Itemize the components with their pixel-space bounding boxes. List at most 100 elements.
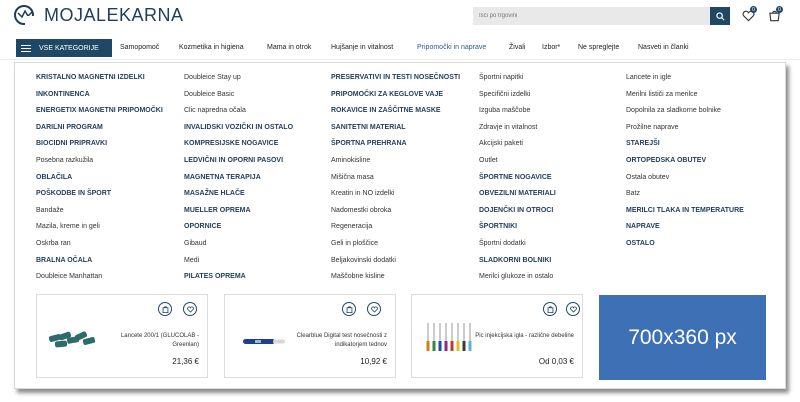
- menu-link[interactable]: LEDVIČNI IN OPORNI PASOVI: [184, 157, 283, 164]
- product-image-lancets: [48, 331, 96, 348]
- menu-link[interactable]: INKONTINENCA: [36, 91, 90, 98]
- search-button[interactable]: [710, 7, 730, 25]
- menu-link[interactable]: Mazila, kreme in geli: [36, 223, 100, 230]
- nav-item-ne-spreglejte[interactable]: Ne spreglejte: [578, 44, 619, 51]
- menu-link[interactable]: Posebna razkužila: [36, 157, 93, 164]
- nav-item-hujsanje[interactable]: Hujšanje in vitalnost: [331, 44, 393, 51]
- menu-link[interactable]: PRESERVATIVI IN TESTI NOSEČNOSTI: [331, 74, 460, 81]
- menu-link[interactable]: PRIPOMOČKI ZA KEGLOVE VAJE: [331, 91, 443, 98]
- menu-link[interactable]: OPORNICE: [184, 223, 221, 230]
- wishlist-button[interactable]: 0: [740, 6, 757, 24]
- menu-link[interactable]: Bandaže: [36, 207, 64, 214]
- menu-link[interactable]: Dopolnila za sladkorne bolnike: [626, 107, 721, 114]
- nav-item-izbor[interactable]: Izbor*: [542, 44, 560, 51]
- menu-link[interactable]: Mišična masa: [331, 174, 374, 181]
- menu-link[interactable]: Merilci glukoze in ostalo: [479, 273, 553, 280]
- menu-link[interactable]: NAPRAVE: [626, 223, 660, 230]
- menu-link[interactable]: DOJENČKI IN OTROCI: [479, 207, 553, 214]
- menu-link[interactable]: KRISTALNO MAGNETNI IZDELKI: [36, 74, 145, 81]
- nav-item-nasveti[interactable]: Nasveti in članki: [638, 44, 689, 51]
- menu-link[interactable]: POŠKODBE IN ŠPORT: [36, 190, 111, 197]
- menu-link[interactable]: SLADKORNI BOLNIKI: [479, 257, 551, 264]
- menu-link[interactable]: Gibaud: [184, 240, 207, 247]
- menu-link[interactable]: MAGNETNA TERAPIJA: [184, 174, 261, 181]
- nav-item-zivali[interactable]: Živali: [509, 44, 525, 51]
- menu-link[interactable]: Ostala obutev: [626, 174, 669, 181]
- add-to-cart-button[interactable]: [543, 302, 557, 316]
- add-to-wishlist-button[interactable]: [183, 302, 197, 316]
- menu-link[interactable]: Akcijski paketi: [479, 140, 523, 147]
- menu-link[interactable]: ŠPORTNE NOGAVICE: [479, 174, 552, 181]
- nav-item-samopomoc[interactable]: Samopomoč: [120, 44, 159, 51]
- menu-link[interactable]: Geli in ploščice: [331, 240, 378, 247]
- menu-link[interactable]: Clic napredna očala: [184, 107, 246, 114]
- cart-icon: [346, 305, 352, 313]
- nav-item-pripomocki[interactable]: Pripomočki in naprave: [417, 44, 486, 51]
- menu-link[interactable]: Beljakovinski dodatki: [331, 257, 396, 264]
- product-name[interactable]: Pic injekcijska igla - različne debeline: [474, 332, 574, 341]
- product-image-injection-needles: [426, 323, 472, 351]
- menu-link[interactable]: Specifični izdelki: [479, 91, 530, 98]
- menu-link[interactable]: ORTOPEDSKA OBUTEV: [626, 157, 706, 164]
- product-card[interactable]: Lancete 200/1 (GLUCOLAB - Greenlan) 21,3…: [36, 294, 208, 378]
- menu-link[interactable]: MUELLER OPREMA: [184, 207, 251, 214]
- logo-icon: [12, 4, 38, 26]
- menu-link[interactable]: Aminokisline: [331, 157, 370, 164]
- menu-link[interactable]: OBLAČILA: [36, 174, 72, 181]
- logo[interactable]: MOJALEKARNA: [12, 4, 184, 26]
- search-input[interactable]: [473, 7, 710, 25]
- menu-link[interactable]: Doubleice Basic: [184, 91, 234, 98]
- product-card[interactable]: Pic injekcijska igla - različne debeline…: [411, 294, 583, 378]
- product-card[interactable]: Clearblue Digital test nosečnosti z indi…: [224, 294, 396, 378]
- add-to-wishlist-button[interactable]: [367, 302, 381, 316]
- menu-link[interactable]: Lancete in igle: [626, 74, 671, 81]
- menu-link[interactable]: MERILCI TLAKA IN TEMPERATURE: [626, 207, 744, 214]
- menu-link[interactable]: INVALIDSKI VOZIČKI IN OSTALO: [184, 124, 293, 131]
- menu-link[interactable]: DARILNI PROGRAM: [36, 124, 103, 131]
- menu-link[interactable]: Outlet: [479, 157, 498, 164]
- nav-item-mama-in-otrok[interactable]: Mama in otrok: [267, 44, 311, 51]
- nav-item-kozmetika[interactable]: Kozmetika in higiena: [179, 44, 244, 51]
- menu-link[interactable]: Doubleice Manhattan: [36, 273, 102, 280]
- menu-link[interactable]: Športni dodatki: [479, 240, 526, 247]
- menu-link[interactable]: BIOCIDNI PRIPRAVKI: [36, 140, 107, 147]
- menu-link[interactable]: Regeneracija: [331, 223, 372, 230]
- add-to-wishlist-button[interactable]: [566, 302, 580, 316]
- menu-link[interactable]: Merilni lističi za merilce: [626, 91, 698, 98]
- heart-icon: [370, 306, 378, 313]
- product-price: Od 0,03 €: [538, 357, 574, 366]
- menu-link[interactable]: PILATES OPREMA: [184, 273, 246, 280]
- all-categories-button[interactable]: VSE KATEGORIJE: [16, 39, 112, 57]
- all-categories-label: VSE KATEGORIJE: [39, 44, 99, 52]
- product-name[interactable]: Lancete 200/1 (GLUCOLAB - Greenlan): [99, 332, 199, 350]
- menu-link[interactable]: OBVEZILNI MATERIALI: [479, 190, 556, 197]
- menu-link[interactable]: ŠPORTNIKI: [479, 223, 517, 230]
- menu-link[interactable]: Batz: [626, 190, 640, 197]
- cart-count-badge: 0: [776, 6, 783, 13]
- menu-link[interactable]: Športni napitki: [479, 74, 523, 81]
- cart-icon: [547, 305, 553, 313]
- menu-link[interactable]: Zdravje in vitalnost: [479, 124, 537, 131]
- menu-link[interactable]: Kreatin in NO izdelki: [331, 190, 394, 197]
- menu-link[interactable]: ENERGETIX MAGNETNI PRIPOMOČKI: [36, 107, 163, 114]
- menu-link[interactable]: Nadomestki obroka: [331, 207, 391, 214]
- menu-link[interactable]: Maščobne kisline: [331, 273, 385, 280]
- menu-link[interactable]: SANITETNI MATERIAL: [331, 124, 406, 131]
- promo-banner[interactable]: 700x360 px: [599, 295, 766, 380]
- menu-link[interactable]: MASAŽNE HLAČE: [184, 190, 245, 197]
- menu-link[interactable]: BRALNA OČALA: [36, 257, 92, 264]
- menu-link[interactable]: Medi: [184, 257, 199, 264]
- add-to-cart-button[interactable]: [158, 302, 172, 316]
- menu-link[interactable]: ŠPORTNA PREHRANA: [331, 140, 407, 147]
- menu-link[interactable]: OSTALO: [626, 240, 655, 247]
- menu-link[interactable]: Oskrba ran: [36, 240, 71, 247]
- menu-link[interactable]: STAREJŠI: [626, 140, 660, 147]
- product-name[interactable]: Clearblue Digital test nosečnosti z indi…: [287, 332, 387, 350]
- menu-link[interactable]: Doubleice Stay up: [184, 74, 241, 81]
- menu-link[interactable]: ROKAVICE IN ZAŠČITNE MASKE: [331, 107, 441, 114]
- menu-link[interactable]: Prožilne naprave: [626, 124, 679, 131]
- menu-link[interactable]: KOMPRESIJSKE NOGAVICE: [184, 140, 278, 147]
- add-to-cart-button[interactable]: [342, 302, 356, 316]
- menu-link[interactable]: Izguba maščobe: [479, 107, 530, 114]
- cart-button[interactable]: 0: [766, 6, 783, 24]
